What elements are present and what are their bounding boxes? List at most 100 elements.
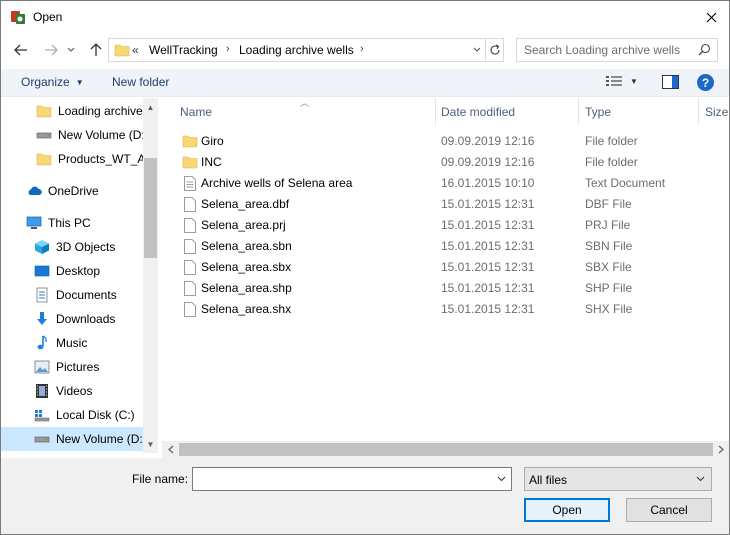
nav-item-pictures[interactable]: Pictures — [1, 355, 143, 379]
file-date: 15.01.2015 12:31 — [441, 239, 535, 253]
nav-item-loading-archive[interactable]: Loading archive — [1, 99, 143, 123]
column-divider[interactable] — [578, 98, 579, 125]
nav-item-downloads[interactable]: Downloads — [1, 307, 143, 331]
chevron-right-icon[interactable]: › — [360, 43, 364, 55]
cancel-button[interactable]: Cancel — [626, 498, 712, 522]
file-row-selena-prj[interactable]: Selena_area.prj 15.01.2015 12:31 PRJ Fil… — [176, 214, 716, 235]
app-icon — [10, 9, 26, 25]
column-header-type[interactable]: Type — [585, 98, 611, 125]
back-button[interactable] — [10, 39, 32, 61]
nav-item-label: Pictures — [56, 360, 100, 374]
nav-item-label: Music — [56, 336, 88, 350]
column-divider[interactable] — [435, 98, 436, 125]
nav-item-music[interactable]: Music — [1, 331, 143, 355]
file-type-filter-value: All files — [529, 473, 568, 487]
file-type: PRJ File — [585, 218, 631, 232]
file-row-selena-sbn[interactable]: Selena_area.sbn 15.01.2015 12:31 SBN Fil… — [176, 235, 716, 256]
window-title: Open — [33, 10, 63, 24]
nav-item-documents[interactable]: Documents — [1, 283, 143, 307]
file-row-giro[interactable]: Giro 09.09.2019 12:16 File folder — [176, 130, 716, 151]
caret-down-icon: ▼ — [630, 76, 638, 86]
chevron-right-icon[interactable]: › — [226, 43, 230, 55]
change-view-button[interactable]: ▼ — [606, 75, 638, 87]
column-header-name[interactable]: Name — [180, 98, 212, 125]
column-divider[interactable] — [698, 98, 699, 125]
nav-item-desktop[interactable]: Desktop — [1, 259, 143, 283]
scroll-up-arrow[interactable]: ▲ — [143, 100, 158, 114]
picture-icon — [34, 359, 50, 375]
arrow-up-icon — [90, 43, 102, 56]
close-button[interactable] — [693, 1, 729, 33]
forward-button[interactable] — [40, 39, 62, 61]
scroll-down-arrow[interactable]: ▼ — [143, 437, 158, 451]
windows-drive-icon — [34, 407, 50, 423]
nav-item-3d-objects[interactable]: 3D Objects — [1, 235, 143, 259]
nav-item-videos[interactable]: Videos — [1, 379, 143, 403]
nav-item-products-wt-ak[interactable]: Products_WT_AK — [1, 147, 143, 171]
download-icon — [34, 311, 50, 327]
file-name: Selena_area.sbn — [201, 239, 292, 253]
nav-item-this-pc[interactable]: This PC — [1, 211, 143, 235]
scroll-right-arrow[interactable] — [712, 441, 729, 458]
file-type-filter-select[interactable]: All files — [524, 467, 712, 491]
refresh-icon — [490, 44, 500, 55]
command-bar: Organize ▼ New folder ▼ ? — [1, 69, 729, 97]
address-dropdown-button[interactable] — [467, 39, 485, 61]
nav-item-label: OneDrive — [48, 184, 99, 198]
title-bar: Open — [1, 1, 729, 33]
nav-item-local-disk-c[interactable]: Local Disk (C:) — [1, 403, 143, 427]
file-name-combobox[interactable] — [192, 467, 512, 491]
file-list: ︿ Name Date modified Type Size Giro 09.0… — [158, 98, 729, 441]
file-row-selena-shx[interactable]: Selena_area.shx 15.01.2015 12:31 SHX Fil… — [176, 298, 716, 319]
refresh-button[interactable] — [485, 39, 504, 61]
organize-button[interactable]: Organize ▼ — [21, 75, 84, 89]
column-header-size[interactable]: Size — [705, 98, 728, 125]
file-type: SBN File — [585, 239, 633, 253]
horizontal-scroll-thumb[interactable] — [179, 443, 713, 456]
scroll-left-arrow[interactable] — [162, 441, 179, 458]
breadcrumb-overflow[interactable]: « — [132, 43, 139, 57]
column-header-date-modified[interactable]: Date modified — [441, 98, 515, 125]
new-folder-button[interactable]: New folder — [112, 75, 169, 89]
file-date: 15.01.2015 12:31 — [441, 260, 535, 274]
chevron-down-icon — [473, 47, 480, 52]
file-type: SHP File — [585, 281, 633, 295]
sort-ascending-icon: ︿ — [300, 98, 310, 108]
drive-icon — [34, 431, 50, 447]
file-row-selena-shp[interactable]: Selena_area.shp 15.01.2015 12:31 SHP Fil… — [176, 277, 716, 298]
bottom-panel: File name: All files Open Cancel — [1, 458, 729, 534]
caret-down-icon: ▼ — [75, 78, 84, 87]
search-input[interactable] — [517, 39, 695, 61]
nav-item-onedrive[interactable]: OneDrive — [1, 179, 143, 203]
folder-icon — [182, 133, 198, 149]
nav-item-new-volume-d-selected[interactable]: New Volume (D: — [1, 427, 143, 451]
file-name-dropdown-button[interactable] — [491, 468, 511, 490]
nav-scrollbar[interactable]: ▲ ▼ — [143, 98, 158, 453]
help-button[interactable]: ? — [697, 74, 714, 91]
file-row-selena-dbf[interactable]: Selena_area.dbf 15.01.2015 12:31 DBF Fil… — [176, 193, 716, 214]
breadcrumb-welltracking[interactable]: WellTracking — [149, 43, 218, 57]
preview-pane-button[interactable] — [662, 75, 679, 92]
breadcrumb-loading-archive-wells[interactable]: Loading archive wells — [239, 43, 354, 57]
file-name-input[interactable] — [193, 468, 489, 490]
file-date: 15.01.2015 12:31 — [441, 197, 535, 211]
cube-icon — [34, 239, 50, 255]
nav-item-label: New Volume (D: — [58, 128, 143, 142]
search-box[interactable] — [516, 38, 718, 62]
up-button[interactable] — [85, 39, 107, 61]
organize-label: Organize — [21, 75, 70, 89]
open-button[interactable]: Open — [524, 498, 610, 522]
horizontal-scrollbar[interactable] — [162, 441, 729, 458]
nav-scroll-thumb[interactable] — [144, 158, 157, 258]
file-row-archive-wells[interactable]: Archive wells of Selena area 16.01.2015 … — [176, 172, 716, 193]
close-icon — [706, 12, 716, 22]
nav-item-label: Documents — [56, 288, 117, 302]
address-bar[interactable]: « WellTracking › Loading archive wells › — [108, 38, 504, 62]
file-row-selena-sbx[interactable]: Selena_area.sbx 15.01.2015 12:31 SBX Fil… — [176, 256, 716, 277]
search-icon[interactable] — [698, 43, 711, 59]
details-view-icon — [606, 76, 622, 86]
recent-locations-button[interactable] — [64, 39, 78, 61]
file-row-inc[interactable]: INC 09.09.2019 12:16 File folder — [176, 151, 716, 172]
file-type-dropdown-button[interactable] — [691, 469, 709, 489]
nav-item-new-volume-d[interactable]: New Volume (D: — [1, 123, 143, 147]
